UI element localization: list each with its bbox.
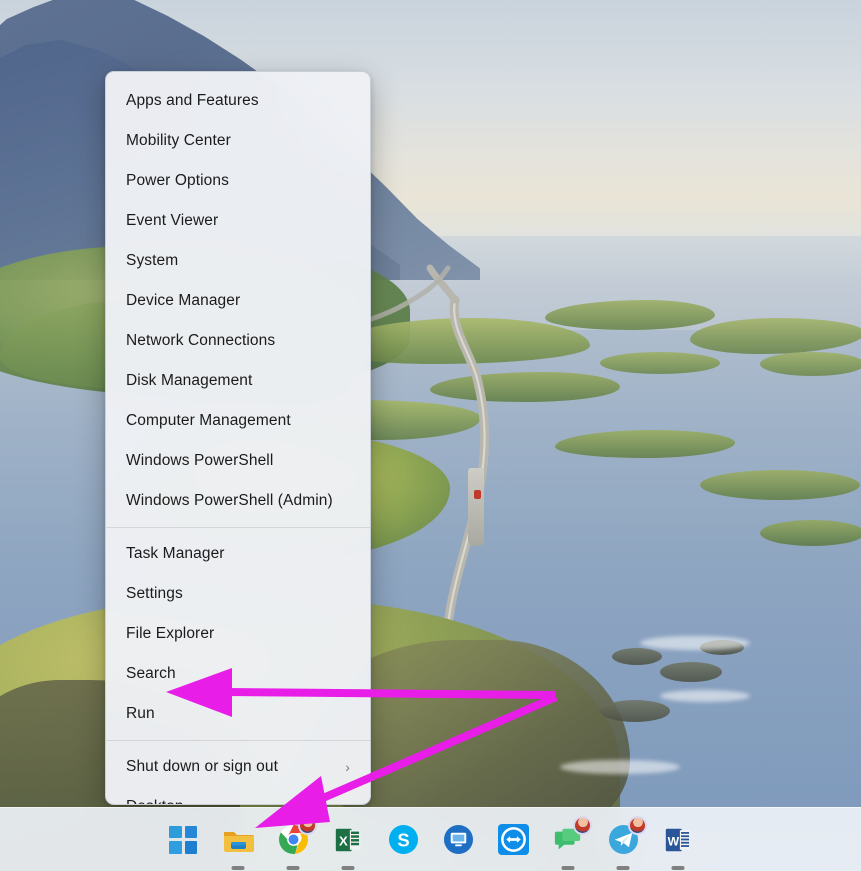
taskbar-running-indicator — [232, 866, 245, 870]
wallpaper-surf — [560, 760, 680, 774]
winx-menu-group-system: Apps and Features Mobility Center Power … — [106, 81, 370, 521]
taskbar-start-button[interactable] — [166, 823, 200, 857]
svg-text:X: X — [339, 833, 348, 848]
wallpaper-surf — [640, 636, 750, 650]
menu-item-windows-powershell[interactable]: Windows PowerShell — [106, 441, 370, 481]
menu-item-power-options[interactable]: Power Options — [106, 161, 370, 201]
menu-item-label: Computer Management — [126, 412, 352, 430]
wallpaper-sea-rock — [600, 700, 670, 722]
windows-start-icon — [169, 826, 197, 854]
menu-item-label: Desktop — [126, 798, 352, 805]
menu-item-label: System — [126, 252, 352, 270]
menu-item-label: Windows PowerShell — [126, 452, 352, 470]
menu-item-label: Windows PowerShell (Admin) — [126, 492, 352, 510]
taskbar[interactable]: X S — [0, 807, 861, 871]
menu-item-shut-down-or-sign-out[interactable]: Shut down or sign out › — [106, 747, 370, 787]
telegram-profile-avatar[interactable] — [628, 816, 647, 835]
menu-item-event-viewer[interactable]: Event Viewer — [106, 201, 370, 241]
menu-item-windows-powershell-admin[interactable]: Windows PowerShell (Admin) — [106, 481, 370, 521]
taskbar-item-microsoft-excel[interactable]: X — [331, 823, 365, 857]
menu-item-label: Settings — [126, 585, 352, 603]
menu-item-label: Shut down or sign out — [126, 758, 345, 776]
svg-text:W: W — [668, 834, 680, 848]
chevron-right-icon: › — [345, 760, 352, 774]
menu-item-label: Apps and Features — [126, 92, 352, 110]
taskbar-icon-strip: X S — [166, 823, 695, 857]
taskbar-item-messaging[interactable] — [551, 823, 585, 857]
taskbar-running-indicator — [672, 866, 685, 870]
menu-item-label: Disk Management — [126, 372, 352, 390]
menu-item-label: Network Connections — [126, 332, 352, 350]
menu-item-label: Run — [126, 705, 352, 723]
wallpaper-surf — [660, 690, 750, 702]
menu-item-disk-management[interactable]: Disk Management — [106, 361, 370, 401]
messaging-profile-avatar[interactable] — [573, 816, 592, 835]
menu-item-mobility-center[interactable]: Mobility Center — [106, 121, 370, 161]
menu-item-label: Mobility Center — [126, 132, 352, 150]
taskbar-item-skype[interactable]: S — [386, 823, 420, 857]
winx-menu-group-session: Shut down or sign out › Desktop — [106, 747, 370, 805]
teamviewer-icon — [498, 824, 529, 855]
winx-menu-group-tools: Task Manager Settings File Explorer Sear… — [106, 534, 370, 734]
skype-icon: S — [388, 824, 419, 855]
taskbar-item-microsoft-word[interactable]: W — [661, 823, 695, 857]
menu-item-label: Search — [126, 665, 352, 683]
taskbar-running-indicator — [287, 866, 300, 870]
remote-desktop-icon — [443, 824, 474, 855]
menu-item-search[interactable]: Search — [106, 654, 370, 694]
svg-text:S: S — [397, 829, 409, 850]
menu-item-apps-and-features[interactable]: Apps and Features — [106, 81, 370, 121]
wallpaper-sea-rock — [612, 648, 662, 665]
menu-item-label: Event Viewer — [126, 212, 352, 230]
microsoft-excel-icon: X — [333, 825, 363, 855]
taskbar-item-file-explorer[interactable] — [221, 823, 255, 857]
taskbar-item-telegram[interactable] — [606, 823, 640, 857]
taskbar-item-remote-desktop[interactable] — [441, 823, 475, 857]
menu-item-file-explorer[interactable]: File Explorer — [106, 614, 370, 654]
menu-item-computer-management[interactable]: Computer Management — [106, 401, 370, 441]
taskbar-item-google-chrome[interactable] — [276, 823, 310, 857]
menu-separator — [106, 527, 370, 528]
menu-item-label: Power Options — [126, 172, 352, 190]
menu-item-task-manager[interactable]: Task Manager — [106, 534, 370, 574]
menu-item-device-manager[interactable]: Device Manager — [106, 281, 370, 321]
menu-separator — [106, 740, 370, 741]
menu-item-label: Device Manager — [126, 292, 352, 310]
winx-context-menu[interactable]: Apps and Features Mobility Center Power … — [105, 71, 371, 805]
file-explorer-icon — [222, 825, 254, 855]
chrome-profile-avatar[interactable] — [298, 816, 317, 835]
menu-item-network-connections[interactable]: Network Connections — [106, 321, 370, 361]
wallpaper-sea-rock — [660, 662, 722, 682]
wallpaper-pier-marker — [474, 490, 481, 499]
menu-item-run[interactable]: Run — [106, 694, 370, 734]
menu-item-system[interactable]: System — [106, 241, 370, 281]
wallpaper-bridge-pier — [468, 468, 484, 546]
taskbar-item-teamviewer[interactable] — [496, 823, 530, 857]
taskbar-running-indicator — [342, 866, 355, 870]
microsoft-word-icon: W — [663, 825, 693, 855]
taskbar-running-indicator — [562, 866, 575, 870]
menu-item-settings[interactable]: Settings — [106, 574, 370, 614]
taskbar-running-indicator — [617, 866, 630, 870]
menu-item-desktop[interactable]: Desktop — [106, 787, 370, 805]
menu-item-label: File Explorer — [126, 625, 352, 643]
menu-item-label: Task Manager — [126, 545, 352, 563]
